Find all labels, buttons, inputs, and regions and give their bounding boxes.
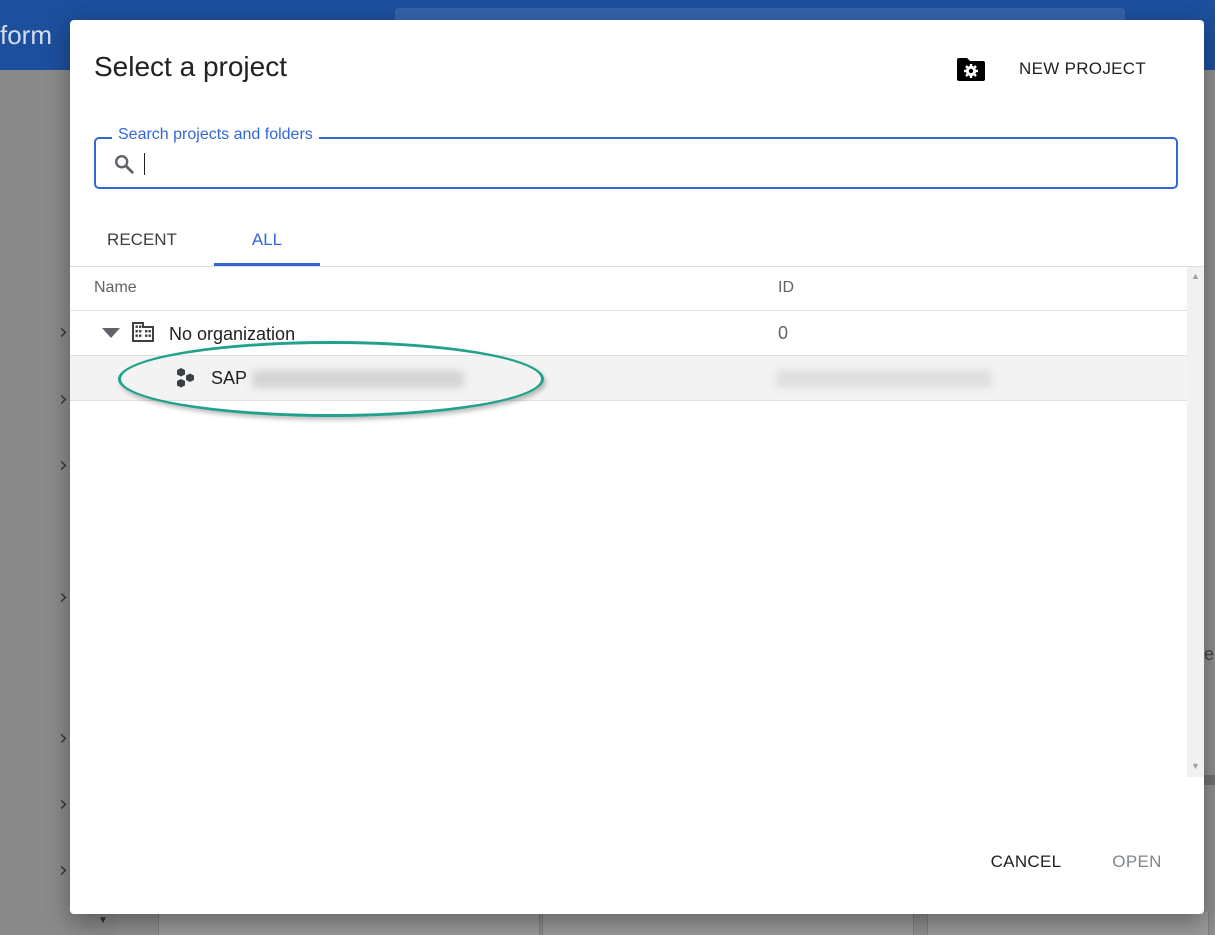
table-row-project[interactable]: SAP: [70, 356, 1187, 401]
scroll-down-arrow-icon[interactable]: ▼: [1191, 761, 1200, 771]
table-row-organization[interactable]: No organization 0: [70, 311, 1187, 356]
organization-id: 0: [778, 323, 789, 343]
background-card: [158, 912, 540, 935]
redacted-project-id: [776, 370, 992, 388]
folder-settings-icon: [957, 58, 985, 81]
expand-triangle-icon[interactable]: [102, 328, 120, 339]
table-header: Name ID: [70, 267, 1187, 311]
open-button[interactable]: OPEN: [1094, 842, 1180, 882]
background-brand-text: form: [0, 20, 52, 50]
cancel-button[interactable]: CANCEL: [975, 842, 1077, 882]
chevron-right-icon: ›: [59, 858, 68, 883]
tab-all[interactable]: ALL: [214, 216, 320, 264]
search-input[interactable]: [142, 149, 1162, 177]
background-right-text: e: [1204, 644, 1215, 664]
background-card: [927, 912, 1209, 935]
tab-recent[interactable]: RECENT: [94, 216, 190, 264]
search-field-label: Search projects and folders: [112, 126, 319, 144]
table-scrollbar[interactable]: ▲ ▼: [1187, 267, 1204, 777]
text-cursor: [144, 153, 145, 175]
chevron-right-icon: ›: [59, 387, 68, 412]
redacted-project-name: [252, 370, 464, 388]
chevron-right-icon: ›: [59, 320, 68, 345]
select-project-dialog: Select a project NEW PROJECT Search proj…: [70, 20, 1204, 914]
new-project-button[interactable]: NEW PROJECT: [950, 48, 1170, 88]
column-header-id: ID: [778, 279, 794, 296]
project-hexagons-icon: [177, 368, 194, 388]
background-scroll-down-icon: ▼: [98, 915, 108, 926]
search-icon: [115, 155, 134, 174]
column-header-name: Name: [94, 279, 137, 296]
organization-name: No organization: [169, 324, 296, 344]
background-card: [542, 912, 914, 935]
background-scroll-thumb: [1204, 775, 1215, 785]
new-project-label: NEW PROJECT: [1019, 59, 1147, 78]
project-tabs: RECENT ALL: [70, 216, 1204, 266]
dialog-title: Select a project: [94, 51, 287, 82]
organization-building-icon: [132, 322, 154, 342]
chevron-right-icon: ›: [59, 585, 68, 610]
chevron-right-icon: ›: [59, 453, 68, 478]
chevron-right-icon: ›: [59, 726, 68, 751]
search-field[interactable]: [94, 137, 1178, 189]
chevron-right-icon: ›: [59, 792, 68, 817]
project-name: SAP: [211, 368, 248, 388]
scroll-up-arrow-icon[interactable]: ▲: [1191, 271, 1200, 281]
